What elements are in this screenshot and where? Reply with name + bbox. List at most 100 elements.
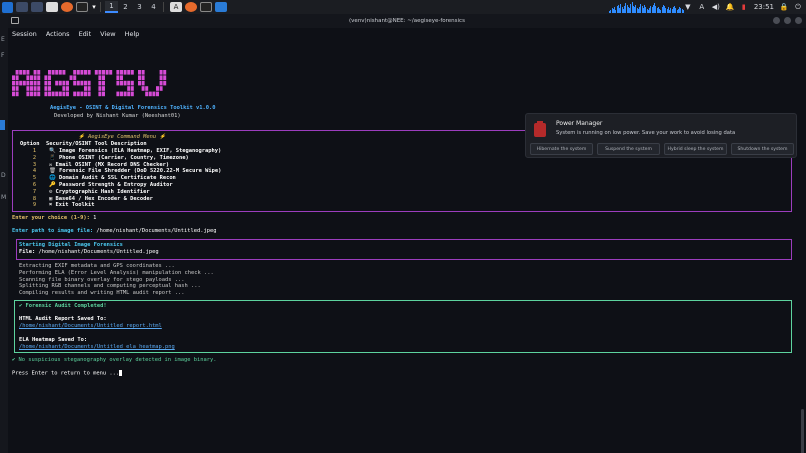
desktop-icon-label: M [1,194,7,201]
chevron-down-icon[interactable]: ▾ [91,2,97,12]
banner-author: Developed by Nishant Kumar (Neeshant01) [54,113,181,119]
terminal-output[interactable]: AegisEye - OSINT & Digital Forensics Too… [10,44,800,453]
audit-completed: ✔ Forensic Audit Completed! [19,303,107,309]
option-icon: ✉ [49,161,53,168]
minimize-icon[interactable] [773,17,780,24]
terminal-icon[interactable] [200,2,212,12]
menu-help[interactable]: Help [125,30,140,38]
file-label: File: [19,249,36,255]
firefox-icon[interactable] [185,2,197,12]
banner-title: AegisEye - OSINT & Digital Forensics Too… [50,105,216,111]
hybrid-sleep-button[interactable]: Hybrid sleep the system [664,143,727,155]
forensics-heading: Starting Digital Image Forensics [19,242,123,248]
file-value: /home/nishant/Documents/Untitled.jpeg [35,249,159,255]
terminal-icon[interactable] [76,2,88,12]
option-number: 9 [32,202,37,209]
window-titlebar[interactable]: (venv)nishant@NEE: ~/aegiseye-forensics [8,14,806,28]
desktop-icon-label: F [1,52,5,59]
panel-separator [100,2,101,12]
battery-warning-icon [534,121,546,137]
bell-icon[interactable]: 🔔 [725,3,734,11]
html-report-path[interactable]: /home/nishant/Documents/Untitled_report.… [19,323,162,330]
menu-option-8: 8 ▣ Base64 / Hex Encoder & Decoder [20,196,153,203]
option-number: 7 [32,188,37,195]
firefox-icon[interactable] [61,2,73,12]
accessibility-icon[interactable]: A [698,3,706,11]
network-icon[interactable]: ▼ [684,3,692,11]
power-manager-notification[interactable]: Power Manager System is running on low p… [525,113,797,158]
suspend-button[interactable]: Suspend the system [597,143,660,155]
html-report-label: HTML Audit Report Saved To: [19,316,107,322]
app-icon[interactable]: A [170,2,182,12]
kali-menu-icon[interactable] [2,1,13,13]
option-label: Cryptographic Hash Identifier [55,188,150,195]
menu-option-1: 1 🔍 Image Forensics (ELA Heatmap, EXIF, S… [20,148,221,155]
notification-buttons: Hibernate the system Suspend the system … [530,143,794,155]
desktop-selection [0,120,5,130]
option-icon: 🗑 [49,168,56,175]
desktop-icon-label: E [1,36,5,43]
ascii-banner-logo [12,70,167,97]
workspace-3[interactable]: 3 [133,1,146,13]
notification-title: Power Manager [556,120,603,127]
file-manager-icon[interactable] [31,2,43,12]
option-label: Exit Toolkit [55,202,95,209]
path-label: Enter path to image file: [12,228,94,234]
clock[interactable]: 23:51 [754,3,774,11]
option-icon: 🌐 [49,175,56,182]
notification-body: System is running on low power. Save you… [556,130,736,136]
forensics-step: Scanning file binary overlay for stego p… [19,276,185,283]
show-desktop-icon[interactable] [16,2,28,12]
desktop-icon-label: D [1,172,6,179]
col-option: Option [20,141,40,147]
workspace-2[interactable]: 2 [119,1,132,13]
option-label: Phone OSINT (Carrier, Country, Timezone) [58,154,189,161]
menu-option-7: 7 ⚙ Cryptographic Hash Identifier [20,189,150,196]
command-menu-header: Option Security/OSINT Tool Description [20,141,147,148]
option-label: Forensic File Shredder (DoD 5220.22-M Se… [59,168,222,175]
option-label: Password Strength & Entropy Auditor [58,182,173,188]
option-label: Domain Audit & SSL Certificate Recon [58,175,176,182]
menu-option-9: 9 ✖ Exit Toolkit [20,202,95,209]
close-icon[interactable] [795,17,802,24]
hibernate-button[interactable]: Hibernate the system [530,143,593,155]
option-number: 4 [32,168,37,175]
system-tray: ▼ A ◀) 🔔 ▮ 23:51 🔒 ⏻ [684,1,802,13]
shutdown-button[interactable]: Shutdown the system [731,143,794,155]
window-icon [11,17,19,24]
command-menu-title: ⚡ AegisEye Command Menu ⚡ [78,134,167,140]
menu-session[interactable]: Session [12,30,37,38]
choice-label: Enter your choice (1-9): [12,215,90,221]
volume-icon[interactable]: ◀) [712,3,720,11]
panel-separator [163,2,164,12]
option-icon: ⚙ [49,188,53,195]
option-icon: ✖ [49,202,53,209]
menu-view[interactable]: View [100,30,115,38]
menu-actions[interactable]: Actions [46,30,70,38]
terminal-window[interactable]: (venv)nishant@NEE: ~/aegiseye-forensics … [8,14,806,453]
power-icon[interactable]: ⏻ [794,3,802,11]
window-controls [773,17,802,24]
path-value: /home/nishant/Documents/Untitled.jpeg [93,228,217,234]
lock-icon[interactable]: 🔒 [780,3,789,11]
menu-option-5: 5 🌐 Domain Audit & SSL Certificate Recon [20,175,176,182]
option-number: 3 [32,161,37,168]
menu-edit[interactable]: Edit [79,30,92,38]
text-editor-icon[interactable] [46,2,58,12]
cpu-graph [609,2,683,13]
option-number: 2 [32,154,37,161]
workspace-4[interactable]: 4 [147,1,160,13]
workspace-1[interactable]: 1 [105,1,118,13]
option-number: 1 [32,148,37,154]
window-icon[interactable] [215,2,227,12]
option-number: 8 [32,195,37,202]
battery-icon[interactable]: ▮ [740,3,748,11]
col-description: Security/OSINT Tool Description [45,141,147,147]
desktop-edge: E F D M [0,14,8,453]
option-number: 5 [32,175,37,182]
scrollbar[interactable] [801,409,804,453]
ela-heatmap-path[interactable]: /home/nishant/Documents/Untitled_ela_hea… [19,344,175,351]
option-icon: 📱 [49,154,56,161]
maximize-icon[interactable] [784,17,791,24]
menu-option-2: 2 📱 Phone OSINT (Carrier, Country, Timezo… [20,155,189,162]
